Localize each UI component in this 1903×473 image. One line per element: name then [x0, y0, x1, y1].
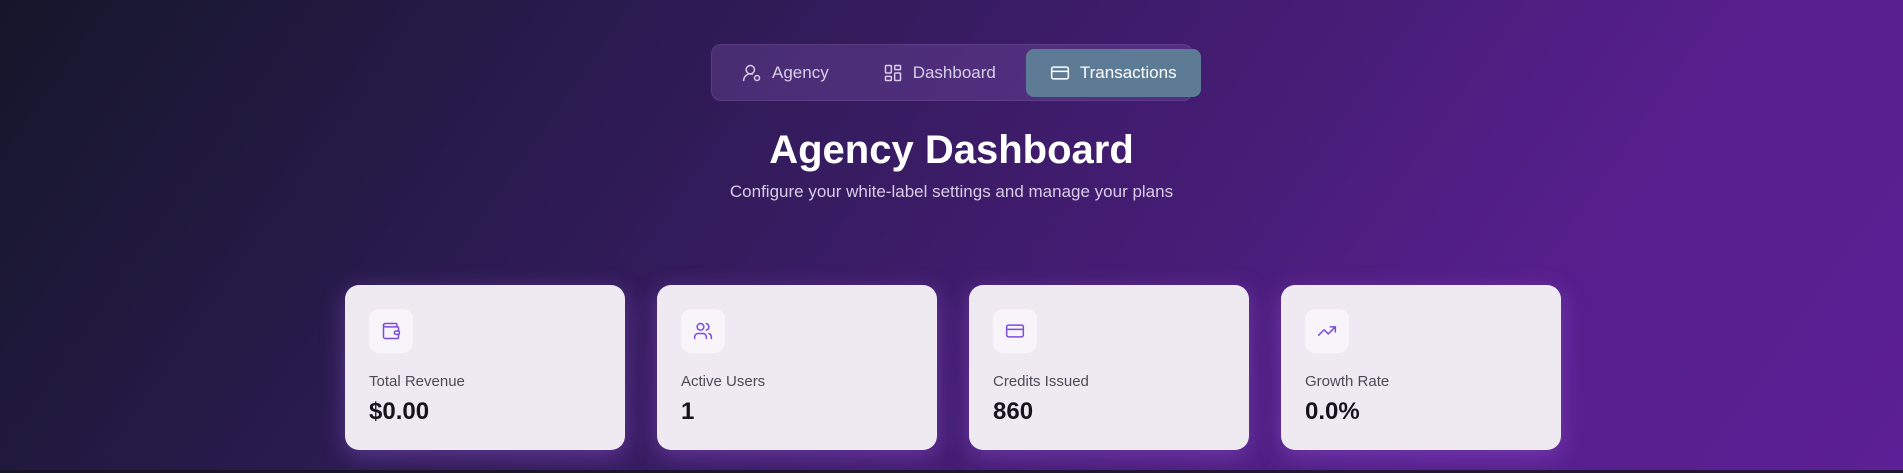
user-cog-icon: [742, 64, 761, 81]
users-icon: [681, 309, 725, 353]
stat-value: 1: [681, 398, 695, 425]
grid-icon: [884, 64, 901, 81]
stat-value: 860: [993, 398, 1034, 425]
stat-value: $0.00: [369, 398, 430, 425]
stat-value: 0.0%: [1305, 398, 1360, 425]
stat-card-total-revenue: Total Revenue $0.00: [345, 285, 625, 450]
tab-agency[interactable]: Agency: [718, 49, 853, 97]
tab-transactions[interactable]: Transactions: [1025, 48, 1201, 97]
stat-label: Total Revenue: [369, 373, 465, 390]
stat-label: Active Users: [681, 373, 766, 390]
trending-up-icon: [1305, 309, 1349, 353]
wallet-icon: [369, 309, 413, 353]
tab-transactions-label: Transactions: [1079, 62, 1177, 82]
page-subtitle: Configure your white-label settings and …: [729, 182, 1174, 201]
stat-card-credits-issued: Credits Issued 860: [969, 285, 1249, 450]
credit-card-icon: [1050, 65, 1069, 80]
stat-label: Growth Rate: [1305, 373, 1390, 390]
credit-card-icon: [993, 309, 1037, 353]
tab-dashboard[interactable]: Dashboard: [859, 49, 1020, 97]
top-nav: Agency Dashboard Transactions: [711, 44, 1201, 101]
tab-agency-label: Agency: [772, 62, 829, 82]
page-title: Agency Dashboard: [769, 128, 1134, 172]
stats-cards: Total Revenue $0.00 Active Users 1 Credi…: [345, 285, 1561, 450]
stat-label: Credits Issued: [993, 373, 1089, 390]
stat-card-active-users: Active Users 1: [657, 285, 937, 450]
stat-card-growth-rate: Growth Rate 0.0%: [1281, 285, 1561, 450]
tab-dashboard-label: Dashboard: [912, 62, 996, 82]
